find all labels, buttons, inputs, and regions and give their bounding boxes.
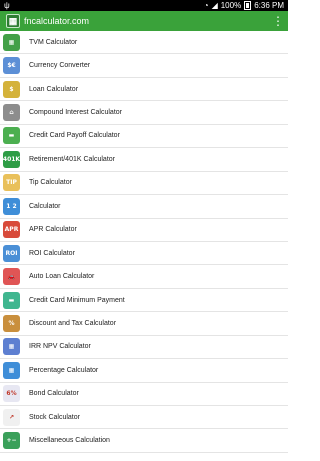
battery-icon [244, 1, 252, 10]
percentage-icon: ▦ [3, 361, 20, 379]
overflow-menu-icon[interactable]: ⋮ [272, 14, 284, 28]
calculator-list: ▦ TVM Calculator $€ Currency Converter $ Loan… [0, 31, 288, 453]
roi-icon: ROI [3, 244, 20, 262]
tip-icon: TIP [3, 174, 20, 192]
app-title: fncalculator.com [24, 16, 90, 26]
list-item-label: Credit Card Payoff Calculator [29, 132, 120, 140]
credit-card-icon: ▬ [3, 127, 20, 145]
status-right: ◔ ◢ 100% 6:36 PM [204, 0, 284, 11]
list-item[interactable]: 1 2 Calculator [0, 195, 288, 219]
currency-icon: $€ [3, 57, 20, 75]
status-left: ψ [4, 0, 10, 11]
list-item[interactable]: ↗ Stock Calculator [0, 406, 288, 430]
list-item[interactable]: ▦ TVM Calculator [0, 31, 288, 55]
list-item-label: TVM Calculator [29, 38, 78, 46]
list-item[interactable]: ▬ Credit Card Payoff Calculator [0, 125, 288, 149]
app-logo-icon[interactable]: ▦ [6, 14, 20, 28]
calculator-icon: ▦ [3, 33, 20, 51]
discount-icon: % [3, 314, 20, 332]
list-item-label: Compound Interest Calculator [29, 109, 122, 117]
loan-icon: $ [3, 80, 20, 98]
battery-percent: 100% [220, 1, 242, 10]
list-item[interactable]: APR APR Calculator [0, 219, 288, 242]
app-bar: ▦ fncalculator.com ⋮ [0, 11, 288, 31]
list-item-label: ROI Calculator [29, 249, 75, 257]
list-item[interactable]: 6% Bond Calculator [0, 383, 288, 406]
irr-icon: ▦ [3, 338, 20, 356]
list-item-label: Retirement/401K Calculator [29, 155, 115, 163]
clock: 6:36 PM [254, 1, 284, 10]
usb-icon: ψ [4, 1, 10, 10]
keypad-icon: 1 2 [3, 197, 20, 215]
list-item-label: Miscellaneous Calculation [29, 437, 110, 445]
list-item-label: Calculator [29, 202, 61, 210]
list-item-label: Tip Calculator [29, 179, 72, 187]
list-item[interactable]: 🚗 Auto Loan Calculator [0, 265, 288, 289]
retirement-icon: 401K [3, 150, 20, 168]
wifi-icon: ◔ [203, 1, 209, 10]
list-item-label: Bond Calculator [29, 390, 79, 398]
list-item-label: Stock Calculator [29, 413, 80, 421]
status-bar: ψ ◔ ◢ 100% 6:36 PM [0, 0, 288, 11]
list-item[interactable]: % Discount and Tax Calculator [0, 312, 288, 336]
list-item-label: Percentage Calculator [29, 366, 99, 374]
list-item-label: Loan Calculator [29, 85, 79, 93]
list-item[interactable]: 401K Retirement/401K Calculator [0, 148, 288, 172]
list-item[interactable]: TIP Tip Calculator [0, 172, 288, 196]
signal-icon: ◢ [211, 1, 218, 10]
list-item[interactable]: $ Loan Calculator [0, 78, 288, 102]
list-item-label: IRR NPV Calculator [29, 343, 91, 351]
list-item-label: Currency Converter [29, 62, 91, 70]
bottom-edge [0, 455, 288, 461]
list-item-label: Auto Loan Calculator [29, 273, 95, 281]
list-item-label: Discount and Tax Calculator [29, 319, 117, 327]
list-item[interactable]: ▬ Credit Card Minimum Payment [0, 289, 288, 313]
bond-icon: 6% [3, 385, 20, 403]
list-item[interactable]: ⌂ Compound Interest Calculator [0, 101, 288, 125]
car-icon: 🚗 [3, 268, 20, 286]
list-item-label: Credit Card Minimum Payment [29, 296, 125, 304]
list-item[interactable]: ROI ROI Calculator [0, 242, 288, 266]
list-item[interactable]: ▦ Percentage Calculator [0, 359, 288, 383]
misc-icon: +− [3, 432, 20, 450]
apr-icon: APR [3, 221, 20, 239]
list-item-label: APR Calculator [29, 226, 77, 234]
list-item[interactable]: +− Miscellaneous Calculation [0, 429, 288, 453]
list-item[interactable]: ▦ IRR NPV Calculator [0, 336, 288, 360]
card-payment-icon: ▬ [3, 291, 20, 309]
bank-icon: ⌂ [3, 104, 20, 122]
stock-icon: ↗ [3, 408, 20, 426]
list-item[interactable]: $€ Currency Converter [0, 54, 288, 78]
